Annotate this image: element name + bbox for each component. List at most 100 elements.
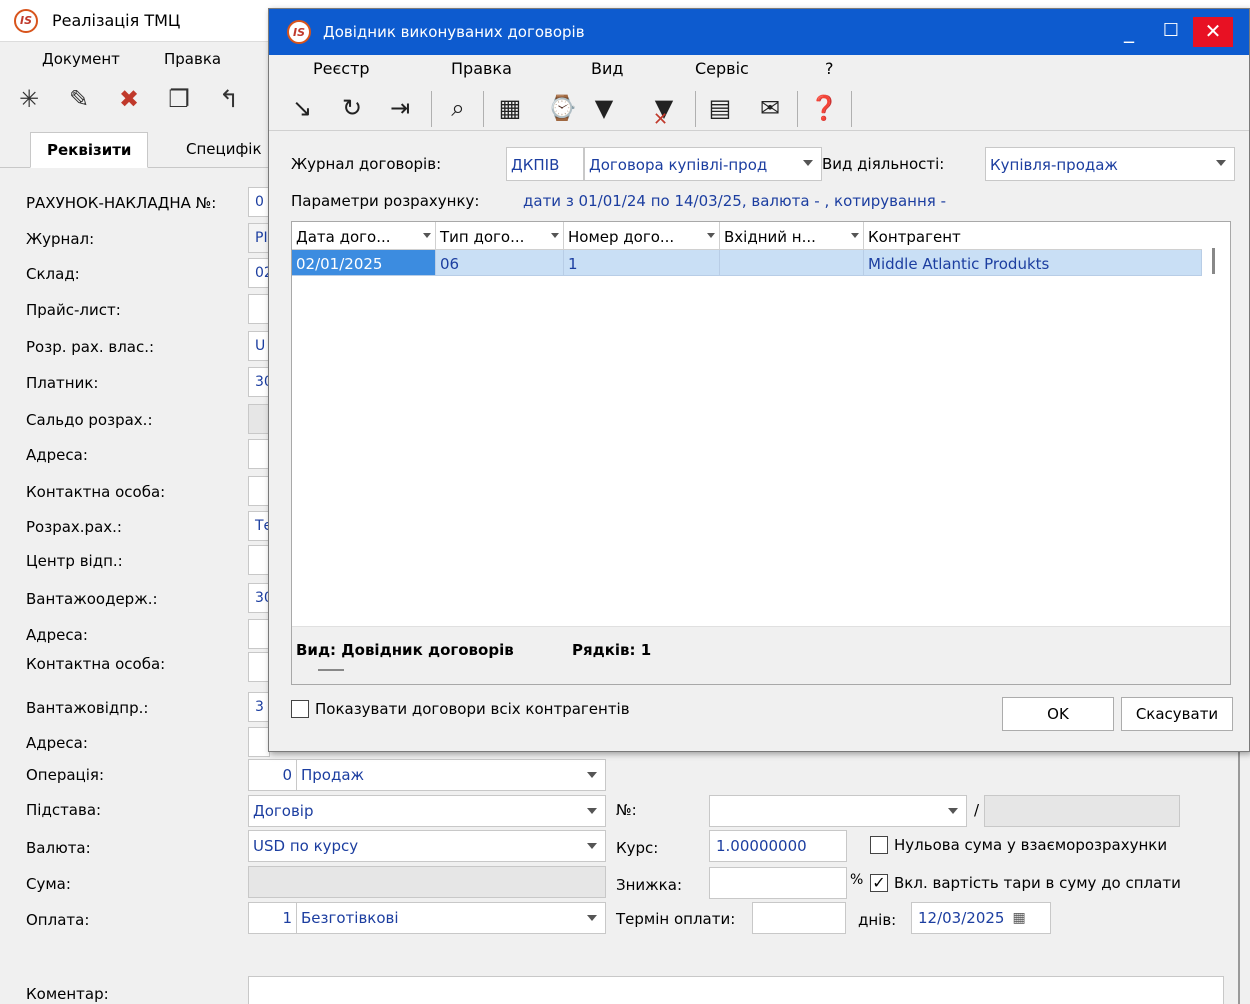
- price-list-field[interactable]: [248, 294, 270, 324]
- journal-name-combo[interactable]: Договора купівлі-прод: [584, 147, 822, 181]
- sort-icon[interactable]: [707, 233, 715, 238]
- warehouse-field[interactable]: 02: [248, 258, 270, 288]
- chevron-down-icon[interactable]: [803, 160, 813, 166]
- help-icon[interactable]: ❓: [807, 91, 841, 125]
- tab-specification[interactable]: Специфік: [170, 132, 278, 168]
- cancel-button[interactable]: Скасувати: [1121, 697, 1233, 731]
- table-icon[interactable]: ▦: [493, 91, 527, 125]
- menu-document[interactable]: Документ: [0, 50, 180, 68]
- main-toolbar: ✳ ✎ ✖ ❐ ↰: [0, 76, 280, 122]
- zero-sum-checkbox[interactable]: [870, 836, 888, 854]
- discount-field[interactable]: [709, 867, 847, 899]
- delete-document-icon[interactable]: ✖: [114, 85, 144, 113]
- incl-tare-checkbox-group[interactable]: ✓ Вкл. вартість тари в суму до сплати: [870, 874, 1181, 892]
- menu-register[interactable]: Реєстр: [313, 59, 370, 78]
- currency-label: Валюта:: [26, 839, 91, 857]
- new-document-icon[interactable]: ✳: [14, 85, 44, 113]
- menu-view[interactable]: Вид: [591, 59, 623, 78]
- center-field[interactable]: [248, 545, 270, 575]
- pay-date-field[interactable]: 12/03/2025 ▦: [911, 902, 1051, 934]
- column-header-number[interactable]: Номер дого...: [564, 222, 720, 250]
- chevron-down-icon[interactable]: [948, 808, 958, 814]
- return-document-icon[interactable]: ↰: [214, 85, 244, 113]
- incl-tare-checkbox[interactable]: ✓: [870, 874, 888, 892]
- refresh-icon[interactable]: ↻: [335, 91, 369, 125]
- sort-icon[interactable]: [551, 233, 559, 238]
- edit-document-icon[interactable]: ✎: [64, 85, 94, 113]
- basis-label: Підстава:: [26, 801, 102, 819]
- maximize-icon[interactable]: ☐: [1151, 17, 1191, 47]
- vertical-scrollbar[interactable]: [1212, 248, 1215, 274]
- currency-combo[interactable]: USD по курсу: [248, 830, 606, 862]
- grid-status-area: Вид: Довідник договорів Рядків: 1: [292, 626, 1230, 684]
- column-header-date[interactable]: Дата дого...: [292, 222, 436, 250]
- address-label-2: Адреса:: [26, 626, 88, 644]
- journal-field[interactable]: РІ: [248, 223, 270, 253]
- row-cell-type[interactable]: 06: [436, 250, 564, 276]
- minimize-icon[interactable]: _: [1109, 17, 1149, 47]
- column-header-incoming[interactable]: Вхідний н...: [720, 222, 864, 250]
- row-cell-incoming[interactable]: [720, 250, 864, 276]
- column-header-type[interactable]: Тип дого...: [436, 222, 564, 250]
- basis-combo[interactable]: Договір: [248, 795, 606, 827]
- menu-help[interactable]: ?: [825, 59, 834, 78]
- main-window-title: Реалізація ТМЦ: [52, 11, 181, 30]
- ok-button[interactable]: OK: [1002, 697, 1114, 731]
- pay-term-field[interactable]: [752, 902, 846, 934]
- column-header-date-label: Дата дого...: [296, 228, 391, 246]
- search-icon[interactable]: ⌕: [441, 91, 475, 125]
- center-label: Центр відп.:: [26, 552, 123, 570]
- payer-field[interactable]: 30: [248, 367, 270, 397]
- chevron-down-icon[interactable]: [587, 772, 597, 778]
- settle-account-field[interactable]: Те: [248, 511, 270, 541]
- close-icon[interactable]: ✕: [1193, 17, 1233, 47]
- horizontal-scrollbar[interactable]: [318, 669, 344, 671]
- number-label: №:: [616, 801, 637, 819]
- filter-icon[interactable]: ▼: [587, 91, 621, 125]
- form-icon[interactable]: ▤: [703, 91, 737, 125]
- number-combo[interactable]: [709, 795, 967, 827]
- operation-combo[interactable]: 0 Продаж: [248, 759, 606, 791]
- show-all-checkbox[interactable]: [291, 700, 309, 718]
- history-icon[interactable]: ⌚: [545, 91, 579, 125]
- operation-label: Операція:: [26, 766, 105, 784]
- rate-field[interactable]: 1.00000000: [709, 830, 847, 862]
- chevron-down-icon[interactable]: [587, 808, 597, 814]
- sort-icon[interactable]: [423, 233, 431, 238]
- row-cell-number[interactable]: 1: [564, 250, 720, 276]
- menu-edit[interactable]: Правка: [451, 59, 512, 78]
- mail-icon[interactable]: ✉: [753, 91, 787, 125]
- tab-requisites[interactable]: Реквізити: [30, 132, 149, 168]
- contact-field-1[interactable]: [248, 476, 270, 506]
- contact-field-2[interactable]: [248, 652, 270, 682]
- contracts-dialog: IS Довідник виконуваних договорів _ ☐ ✕ …: [268, 8, 1250, 752]
- shipper-field[interactable]: 3: [248, 692, 270, 722]
- row-cell-counterparty[interactable]: Middle Atlantic Produkts: [864, 250, 1202, 276]
- address-field-3[interactable]: [248, 727, 270, 757]
- select-record-icon[interactable]: ↘: [285, 91, 319, 125]
- exit-icon[interactable]: ⇥: [383, 91, 417, 125]
- menu-service[interactable]: Сервіс: [695, 59, 749, 78]
- chevron-down-icon[interactable]: [587, 843, 597, 849]
- consignee-field[interactable]: 30: [248, 583, 270, 613]
- journal-code-field[interactable]: ДКПІВ: [506, 147, 584, 181]
- payment-combo[interactable]: 1 Безготівкові: [248, 902, 606, 934]
- chevron-down-icon[interactable]: [1216, 160, 1226, 166]
- comment-field[interactable]: [248, 976, 1224, 1004]
- activity-combo[interactable]: Купівля-продаж: [985, 147, 1235, 181]
- column-header-counterparty[interactable]: Контрагент: [864, 222, 1202, 250]
- zero-sum-checkbox-group[interactable]: Нульова сума у взаєморозрахунки: [870, 836, 1167, 854]
- menu-edit[interactable]: Правка: [164, 50, 221, 68]
- sort-icon[interactable]: [851, 233, 859, 238]
- chevron-down-icon[interactable]: [587, 915, 597, 921]
- calendar-icon[interactable]: ▦: [1012, 910, 1025, 926]
- invoice-no-field[interactable]: 0: [248, 187, 270, 217]
- own-account-field[interactable]: U: [248, 331, 270, 361]
- show-all-checkbox-group[interactable]: Показувати договори всіх контрагентів: [291, 700, 630, 718]
- address-field-1[interactable]: [248, 439, 270, 469]
- row-cell-date[interactable]: 02/01/2025: [292, 250, 436, 276]
- payment-code: 1: [249, 903, 297, 933]
- copy-document-icon[interactable]: ❐: [164, 85, 194, 113]
- toolbar-separator: [695, 91, 696, 127]
- address-field-2[interactable]: [248, 619, 270, 649]
